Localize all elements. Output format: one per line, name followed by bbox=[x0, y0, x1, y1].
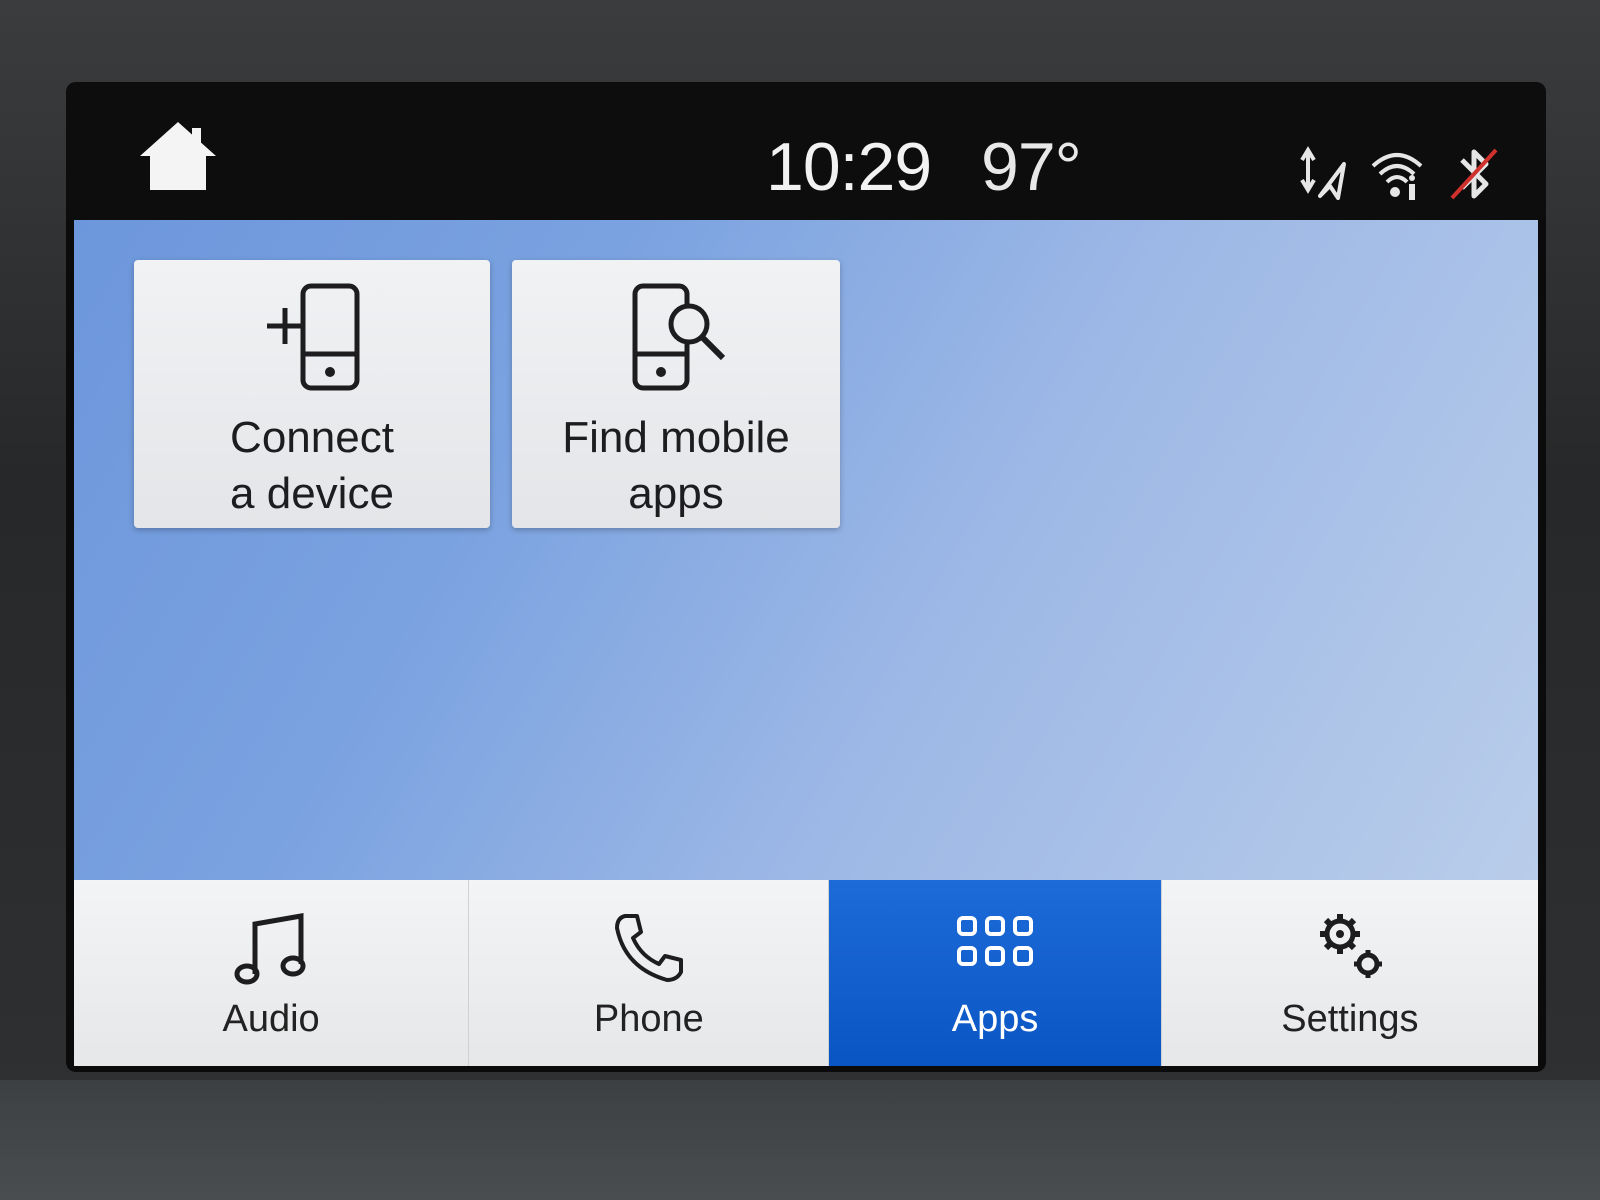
status-bar: 10:29 97° bbox=[66, 82, 1546, 220]
home-icon bbox=[140, 122, 216, 190]
tab-apps-label: Apps bbox=[951, 998, 1039, 1040]
bottom-navigation-bar: Audio Phone Apps Settings bbox=[74, 880, 1538, 1066]
home-button[interactable] bbox=[136, 118, 220, 194]
apps-content-area: Connect a device Find mobile apps bbox=[74, 220, 1538, 880]
tab-settings-label: Settings bbox=[1281, 998, 1419, 1040]
find-mobile-apps-label: Find mobile apps bbox=[562, 413, 790, 518]
phone-handset-icon bbox=[614, 914, 683, 982]
connect-device-tile[interactable]: Connect a device bbox=[134, 260, 490, 528]
tab-audio[interactable]: Audio bbox=[74, 880, 470, 1066]
clock: 10:29 bbox=[766, 129, 932, 205]
gears-icon bbox=[1319, 914, 1382, 978]
grid-icon bbox=[957, 916, 1034, 966]
tab-settings[interactable]: Settings bbox=[1161, 880, 1538, 1066]
music-note-icon bbox=[234, 913, 306, 985]
connect-device-label: Connect a device bbox=[230, 413, 394, 518]
dashboard-trim bbox=[0, 1080, 1600, 1200]
bluetooth-disabled-icon bbox=[1446, 144, 1502, 204]
tab-audio-label: Audio bbox=[222, 998, 320, 1040]
tab-apps[interactable]: Apps bbox=[829, 880, 1162, 1066]
outside-temperature: 97° bbox=[981, 129, 1082, 205]
wifi-info-icon bbox=[1369, 144, 1425, 204]
infotainment-screen: 10:29 97° Connect a device Find mobile a… bbox=[66, 82, 1546, 1072]
tab-phone-label: Phone bbox=[593, 998, 704, 1040]
phone-search-icon bbox=[632, 283, 726, 391]
find-mobile-apps-tile[interactable]: Find mobile apps bbox=[512, 260, 840, 528]
navigation-icon bbox=[1294, 144, 1350, 204]
tab-phone[interactable]: Phone bbox=[469, 880, 830, 1066]
add-phone-icon bbox=[267, 283, 360, 391]
